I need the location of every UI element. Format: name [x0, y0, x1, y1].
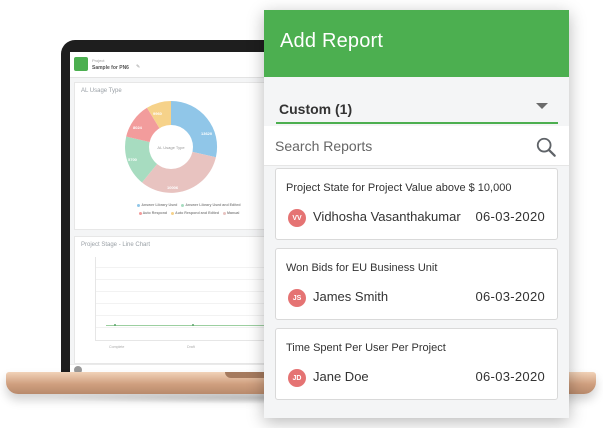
report-type-dropdown[interactable]: Custom (1) [276, 88, 558, 124]
line-point [114, 324, 116, 326]
report-author: Jane Doe [313, 369, 369, 384]
report-author: James Smith [313, 289, 389, 304]
report-card[interactable]: Time Spent Per User Per Project JD Jane … [275, 328, 558, 400]
dropdown-selected-value: Custom (1) [279, 101, 353, 117]
line-chart-area [95, 257, 291, 341]
search-icon[interactable] [535, 136, 557, 158]
report-card[interactable]: Won Bids for EU Business Unit JS James S… [275, 248, 558, 320]
segment-label: 10006 [167, 185, 179, 190]
x-tick-label: Complete [109, 345, 125, 349]
donut-legend-row-1: Answer Library Used Answer Library Used … [89, 203, 289, 207]
avatar: JS [288, 289, 306, 307]
legend-item: Auto Respond and Edited [171, 211, 219, 215]
project-label: Project [92, 58, 105, 63]
line-point [192, 324, 194, 326]
caret-down-icon [536, 103, 548, 109]
segment-label: 9960 [153, 111, 162, 116]
report-date: 06-03-2020 [475, 289, 545, 304]
legend-item: Answer Library Used [137, 203, 177, 207]
app-logo-icon [74, 57, 88, 71]
avatar: VV [288, 209, 306, 227]
panel-title: Add Report [280, 30, 384, 52]
x-tick-label: Draft [187, 345, 195, 349]
legend-item: Manual [223, 211, 239, 215]
search-bar [264, 126, 569, 166]
report-date: 06-03-2020 [475, 209, 545, 224]
donut-card-title: AL Usage Type [81, 88, 122, 94]
donut-center-label: AL Usage Type [149, 125, 193, 169]
report-name: Won Bids for EU Business Unit [286, 262, 438, 274]
add-report-panel: Add Report Custom (1) Project State for … [264, 10, 569, 418]
segment-label: 8024 [133, 125, 142, 130]
report-date: 06-03-2020 [475, 369, 545, 384]
line-series [106, 325, 286, 326]
donut-chart: AL Usage Type 13620 10006 5700 8024 9960 [121, 97, 221, 197]
report-author: Vidhosha Vasanthakumar [313, 209, 461, 224]
donut-legend-row-2: Auto Respond Auto Respond and Edited Man… [89, 211, 289, 215]
report-name: Time Spent Per User Per Project [286, 342, 446, 354]
project-name: Sample for PN6 [92, 65, 129, 71]
search-input[interactable] [275, 134, 515, 158]
line-card-title: Project Stage - Line Chart [81, 242, 151, 248]
segment-label: 13620 [201, 131, 213, 136]
report-card[interactable]: Project State for Project Value above $ … [275, 168, 558, 240]
segment-label: 5700 [128, 157, 137, 162]
panel-header: Add Report [264, 10, 569, 77]
pencil-icon: ✎ [136, 64, 141, 70]
legend-item: Auto Respond [138, 211, 167, 215]
legend-item: Answer Library Used and Edited [181, 203, 241, 207]
avatar: JD [288, 369, 306, 387]
report-name: Project State for Project Value above $ … [286, 182, 512, 194]
